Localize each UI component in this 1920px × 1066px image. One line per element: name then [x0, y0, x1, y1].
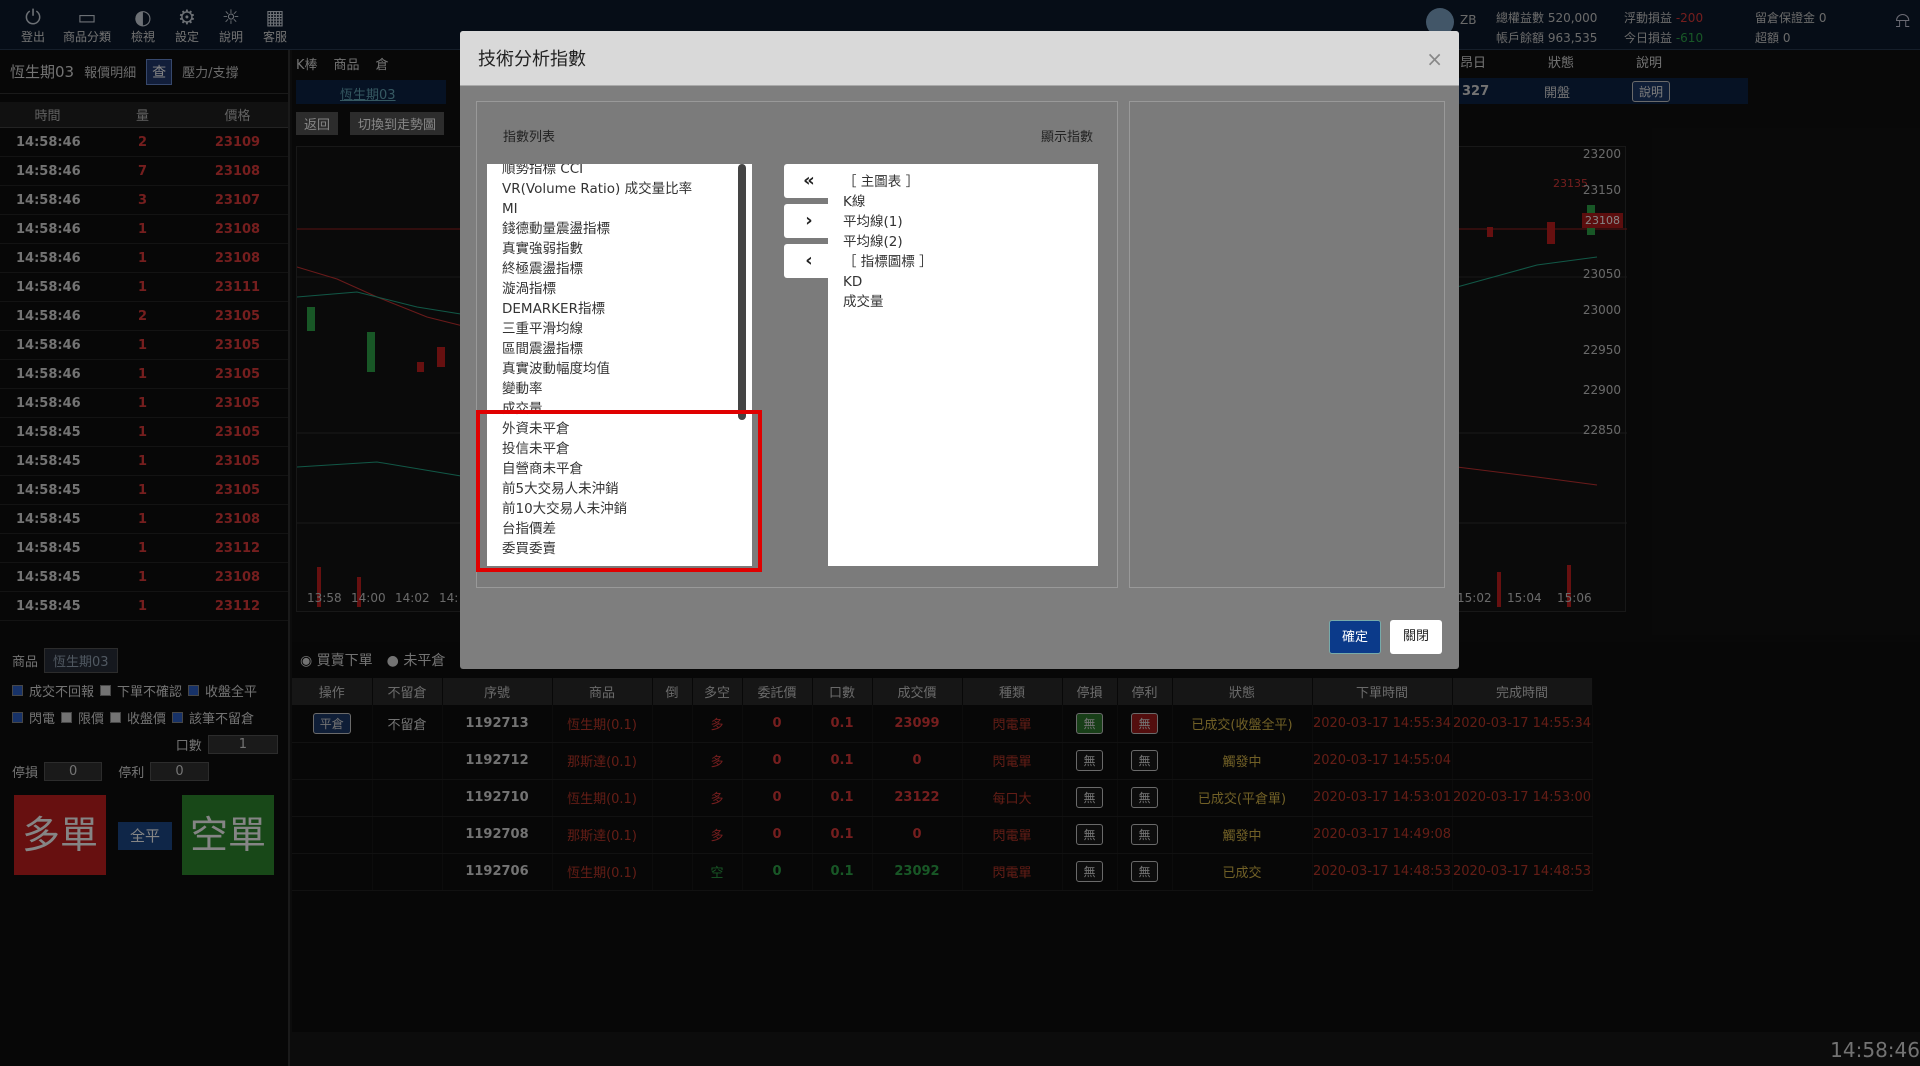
- indicator-item[interactable]: VR(Volume Ratio) 成交量比率: [487, 179, 737, 199]
- indicator-item[interactable]: 區間震盪指標: [487, 339, 737, 359]
- remove-button[interactable]: ‹: [784, 244, 834, 278]
- indicator-item[interactable]: 委買委賣: [487, 539, 737, 559]
- indicator-item[interactable]: 自營商未平倉: [487, 459, 737, 479]
- indicator-item[interactable]: 漩渦指標: [487, 279, 737, 299]
- indicator-item[interactable]: 終極震盪指標: [487, 259, 737, 279]
- close-icon[interactable]: ×: [1426, 47, 1443, 71]
- available-list[interactable]: 順勢指標 CCI VR(Volume Ratio) 成交量比率 MI 錢德動量震盪指標…: [487, 164, 752, 566]
- preview-panel: [1129, 101, 1445, 588]
- selected-indicator-item[interactable]: K線: [828, 192, 1098, 212]
- close-button[interactable]: 關閉: [1390, 620, 1442, 654]
- confirm-button[interactable]: 確定: [1329, 620, 1381, 654]
- selected-indicator-item[interactable]: 成交量: [828, 292, 1098, 312]
- indicator-item[interactable]: 投信未平倉: [487, 439, 737, 459]
- selected-indicator-item[interactable]: 平均線(1): [828, 212, 1098, 232]
- indicator-item[interactable]: 真實強弱指數: [487, 239, 737, 259]
- selected-list[interactable]: ［ 主圖表 ］ K線 平均線(1) 平均線(2) ［ 指標圖標 ］ KD 成交量: [828, 164, 1098, 566]
- indicator-dialog: 技術分析指數 × 指數列表 顯示指數 順勢指標 CCI VR(Volume Rat…: [460, 31, 1459, 669]
- selected-indicator-item[interactable]: KD: [828, 272, 1098, 292]
- add-all-button[interactable]: «: [784, 164, 834, 198]
- selected-indicator-item[interactable]: ［ 主圖表 ］: [828, 172, 1098, 192]
- app-window: ⏻ 登出 ▭ 商品分類 ◐ 檢視 ⚙ 設定 ☼ 說明 ▦ 客服 ZB 總權益數 520,00…: [0, 0, 1920, 1066]
- add-button[interactable]: ›: [784, 204, 834, 238]
- indicator-item[interactable]: 前10大交易人未沖銷: [487, 499, 737, 519]
- scrollbar[interactable]: [738, 164, 746, 420]
- dialog-title: 技術分析指數: [460, 31, 1459, 86]
- indicator-item[interactable]: 錢德動量震盪指標: [487, 219, 737, 239]
- indicator-item[interactable]: 外資未平倉: [487, 419, 737, 439]
- indicator-item[interactable]: 變動率: [487, 379, 737, 399]
- selected-indicator-item[interactable]: ［ 指標圖標 ］: [828, 252, 1098, 272]
- indicator-item[interactable]: DEMARKER指標: [487, 299, 737, 319]
- indicator-item[interactable]: 三重平滑均線: [487, 319, 737, 339]
- indicator-item[interactable]: 順勢指標 CCI: [487, 164, 737, 179]
- selected-indicator-item[interactable]: 平均線(2): [828, 232, 1098, 252]
- indicator-item[interactable]: 台指價差: [487, 519, 737, 539]
- indicator-item[interactable]: 真實波動幅度均值: [487, 359, 737, 379]
- indicator-panel: 指數列表 顯示指數 順勢指標 CCI VR(Volume Ratio) 成交量比率…: [476, 101, 1118, 588]
- indicator-item[interactable]: 成交量: [487, 399, 737, 419]
- indicator-item[interactable]: MI: [487, 199, 737, 219]
- indicator-item[interactable]: 前5大交易人未沖銷: [487, 479, 737, 499]
